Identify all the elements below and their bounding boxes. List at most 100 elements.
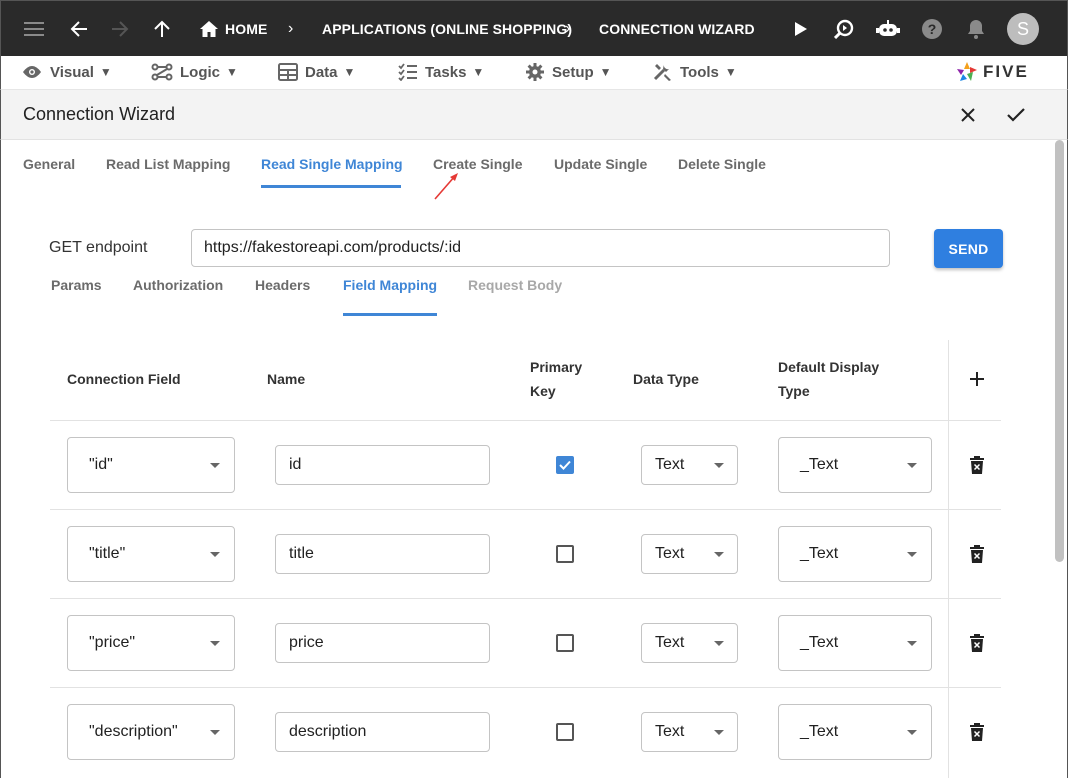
close-button[interactable] bbox=[956, 103, 980, 127]
primary-key-checkbox[interactable] bbox=[556, 634, 574, 652]
plus-icon bbox=[970, 372, 984, 386]
connection-field-select[interactable]: "price" bbox=[67, 615, 235, 671]
connection-field-value: "title" bbox=[89, 545, 126, 562]
delete-row-button[interactable] bbox=[968, 633, 986, 653]
column-header-primary-key-line2: Key bbox=[530, 383, 556, 399]
delete-row-button[interactable] bbox=[968, 455, 986, 475]
get-endpoint-label: GET endpoint bbox=[49, 239, 148, 256]
arrow-forward-icon[interactable] bbox=[109, 1, 131, 57]
trash-icon bbox=[970, 456, 984, 474]
app-top-bar: HOME › APPLICATIONS (ONLINE SHOPPING) › … bbox=[0, 0, 1068, 56]
data-type-select[interactable]: Text bbox=[641, 445, 738, 485]
primary-key-checkbox[interactable] bbox=[556, 456, 574, 474]
primary-key-checkbox[interactable] bbox=[556, 545, 574, 563]
dropdown-arrow-icon bbox=[907, 552, 917, 557]
endpoint-url-input[interactable]: https://fakestoreapi.com/products/:id bbox=[191, 229, 890, 267]
dropdown-arrow-icon bbox=[907, 463, 917, 468]
connection-field-select[interactable]: "id" bbox=[67, 437, 235, 493]
dropdown-arrow-icon bbox=[714, 463, 724, 468]
trash-icon bbox=[970, 545, 984, 563]
connection-field-select[interactable]: "title" bbox=[67, 526, 235, 582]
send-button[interactable]: SEND bbox=[934, 229, 1003, 268]
row-divider bbox=[50, 509, 1001, 510]
gear-icon bbox=[526, 63, 544, 81]
dropdown-arrow-icon bbox=[907, 641, 917, 646]
menu-logic-label: Logic bbox=[180, 63, 220, 81]
subtab-field-mapping[interactable]: Field Mapping bbox=[343, 277, 437, 305]
menu-icon[interactable] bbox=[23, 1, 45, 57]
tab-delete-single[interactable]: Delete Single bbox=[678, 140, 766, 188]
dropdown-arrow-icon bbox=[714, 552, 724, 557]
row-divider bbox=[50, 420, 1001, 421]
data-type-value: Text bbox=[655, 634, 685, 651]
arrow-up-icon[interactable] bbox=[151, 1, 173, 57]
data-type-select[interactable]: Text bbox=[641, 712, 738, 752]
primary-key-checkbox[interactable] bbox=[556, 723, 574, 741]
add-row-button[interactable] bbox=[968, 370, 986, 388]
tab-read-single-mapping[interactable]: Read Single Mapping bbox=[261, 140, 403, 188]
dropdown-arrow-icon bbox=[714, 730, 724, 735]
confirm-button[interactable] bbox=[1004, 103, 1028, 127]
trash-icon bbox=[970, 723, 984, 741]
search-icon[interactable] bbox=[833, 1, 855, 57]
breadcrumb-connection-wizard: CONNECTION WIZARD bbox=[599, 21, 755, 37]
tab-general[interactable]: General bbox=[23, 140, 75, 188]
arrow-back-icon[interactable] bbox=[68, 1, 90, 57]
row-divider bbox=[50, 687, 1001, 688]
data-type-select[interactable]: Text bbox=[641, 623, 738, 663]
data-type-select[interactable]: Text bbox=[641, 534, 738, 574]
menu-tasks[interactable]: Tasks ▼ bbox=[398, 56, 484, 88]
page-header: Connection Wizard bbox=[0, 90, 1068, 140]
menu-setup[interactable]: Setup ▼ bbox=[525, 56, 612, 88]
subtab-request-body: Request Body bbox=[468, 277, 563, 293]
caret-down-icon: ▼ bbox=[226, 65, 238, 79]
tab-update-single[interactable]: Update Single bbox=[554, 140, 647, 188]
dropdown-arrow-icon bbox=[714, 641, 724, 646]
check-icon bbox=[559, 460, 571, 470]
display-type-select[interactable]: _Text bbox=[778, 704, 932, 760]
connection-field-select[interactable]: "description" bbox=[67, 704, 235, 760]
eye-icon bbox=[23, 66, 41, 78]
menu-data-label: Data bbox=[305, 63, 338, 81]
data-type-value: Text bbox=[655, 545, 685, 562]
tools-icon bbox=[653, 64, 671, 81]
caret-down-icon: ▼ bbox=[724, 65, 737, 79]
breadcrumb-home[interactable]: HOME bbox=[225, 1, 267, 57]
chat-bot-icon[interactable] bbox=[875, 1, 901, 57]
tab-read-list-mapping[interactable]: Read List Mapping bbox=[106, 140, 230, 188]
data-type-value: Text bbox=[655, 456, 685, 473]
name-input[interactable]: description bbox=[275, 712, 490, 752]
check-icon bbox=[1007, 108, 1025, 122]
dropdown-arrow-icon bbox=[907, 730, 917, 735]
dropdown-arrow-icon bbox=[210, 641, 220, 646]
name-input[interactable]: id bbox=[275, 445, 490, 485]
breadcrumb-applications[interactable]: APPLICATIONS (ONLINE SHOPPING) bbox=[322, 1, 572, 57]
dropdown-arrow-icon bbox=[210, 552, 220, 557]
vertical-scrollbar[interactable] bbox=[1055, 140, 1064, 562]
menu-bar: Visual ▼ Logic ▼ Data ▼ Tasks ▼ Setup ▼ … bbox=[0, 56, 1068, 90]
bell-icon[interactable] bbox=[966, 1, 986, 57]
connection-field-value: "id" bbox=[89, 456, 113, 473]
caret-down-icon: ▼ bbox=[99, 65, 112, 79]
menu-logic[interactable]: Logic ▼ bbox=[151, 56, 238, 88]
menu-tools[interactable]: Tools ▼ bbox=[653, 56, 737, 88]
help-icon[interactable]: ? bbox=[921, 1, 943, 57]
subtab-params[interactable]: Params bbox=[51, 277, 102, 305]
logic-icon bbox=[151, 63, 173, 81]
five-logo: FIVE bbox=[955, 58, 1029, 86]
name-input[interactable]: title bbox=[275, 534, 490, 574]
subtab-headers[interactable]: Headers bbox=[255, 277, 310, 305]
delete-row-button[interactable] bbox=[968, 544, 986, 564]
display-type-select[interactable]: _Text bbox=[778, 437, 932, 493]
subtab-authorization[interactable]: Authorization bbox=[133, 277, 223, 305]
avatar[interactable]: S bbox=[1007, 13, 1039, 45]
home-icon[interactable] bbox=[199, 1, 219, 57]
name-input[interactable]: price bbox=[275, 623, 490, 663]
display-type-value: _Text bbox=[800, 545, 839, 562]
menu-data[interactable]: Data ▼ bbox=[278, 56, 355, 88]
display-type-select[interactable]: _Text bbox=[778, 526, 932, 582]
delete-row-button[interactable] bbox=[968, 722, 986, 742]
menu-visual[interactable]: Visual ▼ bbox=[21, 56, 112, 88]
play-icon[interactable] bbox=[791, 1, 811, 57]
display-type-select[interactable]: _Text bbox=[778, 615, 932, 671]
